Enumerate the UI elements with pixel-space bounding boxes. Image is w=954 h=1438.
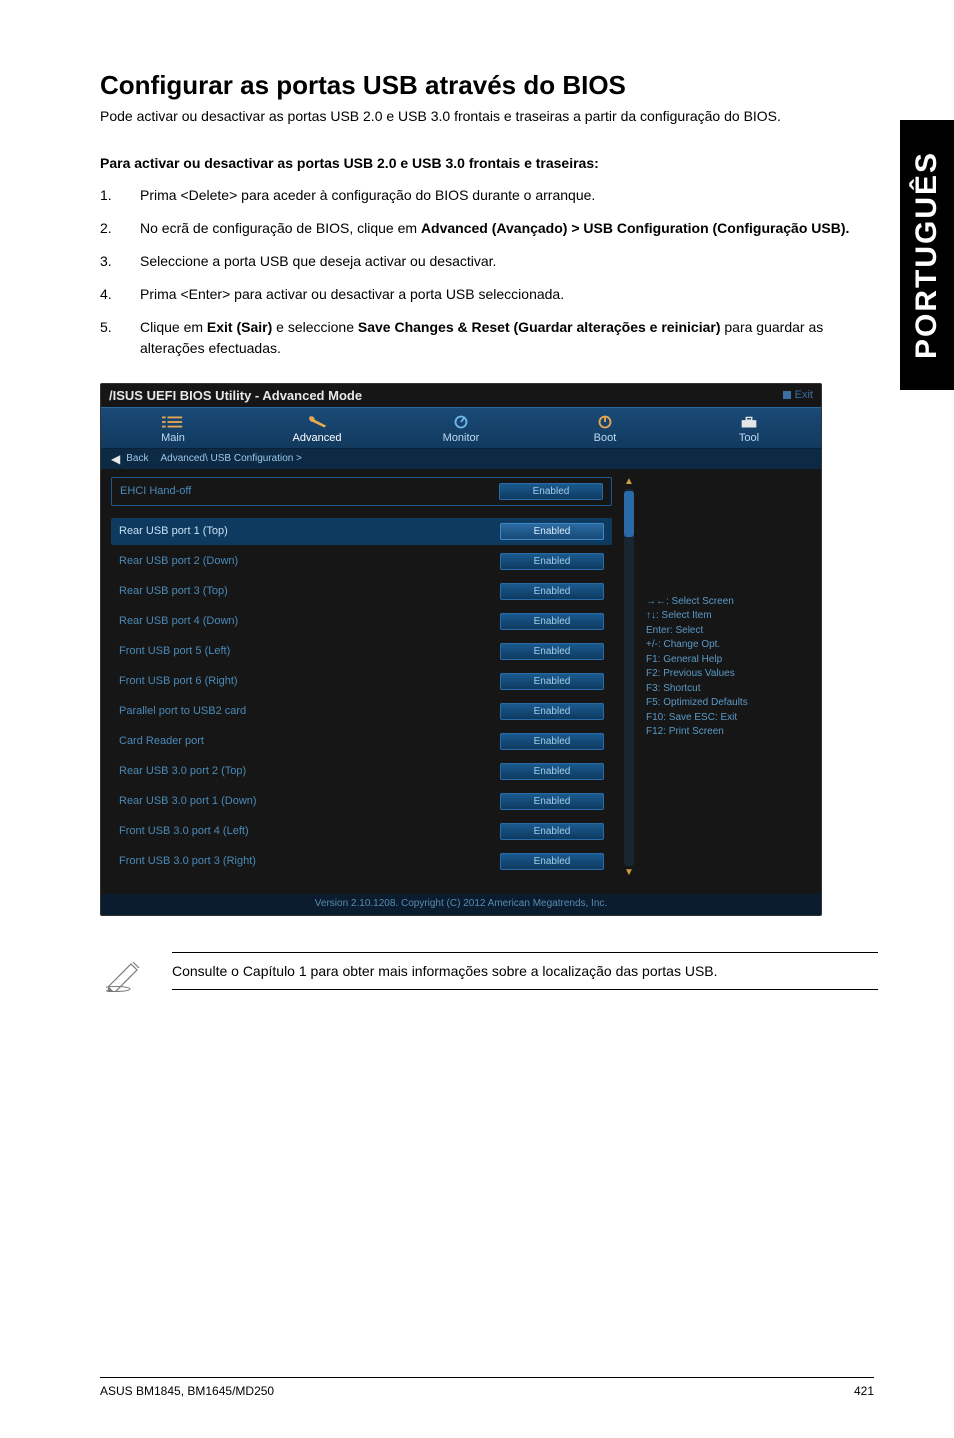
footer-model: ASUS BM1845, BM1645/MD250 bbox=[100, 1384, 274, 1398]
bios-setting-row[interactable]: Rear USB 3.0 port 1 (Down) Enabled bbox=[111, 788, 612, 815]
bios-help-line: +/-: Change Opt. bbox=[646, 638, 811, 653]
bios-setting-value[interactable]: Enabled bbox=[500, 673, 604, 690]
bios-setting-value[interactable]: Enabled bbox=[500, 613, 604, 630]
intro-text: Pode activar ou desactivar as portas USB… bbox=[100, 107, 884, 127]
bios-scrollbar[interactable]: ▲ ▼ bbox=[622, 477, 636, 878]
bios-tab-label: Boot bbox=[594, 432, 617, 444]
bios-tab-label: Advanced bbox=[293, 432, 342, 444]
bios-help-line: ↑↓: Select Item bbox=[646, 609, 811, 624]
bios-settings-list: EHCI Hand-offEnabledRear USB port 1 (Top… bbox=[111, 477, 612, 878]
bios-screenshot: /ISUS UEFI BIOS Utility - Advanced Mode … bbox=[100, 383, 822, 916]
bios-help-line: F3: Shortcut bbox=[646, 682, 811, 697]
step-2: No ecrã de configuração de BIOS, clique … bbox=[100, 218, 884, 239]
bios-help-line: F10: Save ESC: Exit bbox=[646, 711, 811, 726]
power-icon bbox=[594, 414, 616, 430]
bios-setting-value[interactable]: Enabled bbox=[500, 703, 604, 720]
bios-setting-row[interactable]: Rear USB port 1 (Top) Enabled bbox=[111, 518, 612, 545]
note-text: Consulte o Capítulo 1 para obter mais in… bbox=[172, 952, 878, 990]
bios-setting-row[interactable]: Rear USB port 2 (Down) Enabled bbox=[111, 548, 612, 575]
toolbox-icon bbox=[738, 414, 760, 430]
bios-setting-value[interactable]: Enabled bbox=[500, 523, 604, 540]
bios-setting-value[interactable]: Enabled bbox=[499, 483, 603, 500]
bios-setting-label: EHCI Hand-off bbox=[120, 485, 191, 497]
bios-help-line: F5: Optimized Defaults bbox=[646, 696, 811, 711]
bios-setting-row[interactable]: Parallel port to USB2 card Enabled bbox=[111, 698, 612, 725]
bios-setting-value[interactable]: Enabled bbox=[500, 643, 604, 660]
bios-help-line: →←: Select Screen bbox=[646, 595, 811, 610]
footer-page: 421 bbox=[854, 1384, 874, 1398]
breadcrumb-path: Advanced\ USB Configuration > bbox=[160, 453, 301, 464]
back-icon[interactable]: ◀ bbox=[111, 452, 120, 466]
bios-breadcrumb: ◀ Back Advanced\ USB Configuration > bbox=[101, 449, 821, 469]
scroll-up-icon[interactable]: ▲ bbox=[624, 477, 634, 487]
wrench-icon bbox=[306, 414, 328, 430]
page-title: Configurar as portas USB através do BIOS bbox=[100, 70, 884, 101]
bios-setting-value[interactable]: Enabled bbox=[500, 553, 604, 570]
bios-setting-label: Rear USB port 2 (Down) bbox=[119, 555, 238, 567]
language-tab: PORTUGUÊS bbox=[900, 120, 954, 390]
bios-setting-value[interactable]: Enabled bbox=[500, 853, 604, 870]
scroll-thumb[interactable] bbox=[624, 491, 634, 537]
bios-setting-row[interactable]: Rear USB port 3 (Top) Enabled bbox=[111, 578, 612, 605]
step-5: Clique em Exit (Sair) e seleccione Save … bbox=[100, 317, 884, 359]
bios-setting-row[interactable]: EHCI Hand-off Enabled bbox=[111, 477, 612, 506]
bios-title: /ISUS UEFI BIOS Utility - Advanced Mode bbox=[109, 388, 362, 403]
bios-tab-monitor[interactable]: Monitor bbox=[389, 408, 533, 448]
step-4: Prima <Enter> para activar ou desactivar… bbox=[100, 284, 884, 305]
bios-tabs: Main Advanced Monitor Boot bbox=[101, 407, 821, 449]
bios-setting-row[interactable]: Rear USB 3.0 port 2 (Top) Enabled bbox=[111, 758, 612, 785]
bios-setting-value[interactable]: Enabled bbox=[500, 733, 604, 750]
bios-tab-advanced[interactable]: Advanced bbox=[245, 408, 389, 448]
bios-setting-label: Rear USB port 1 (Top) bbox=[119, 525, 228, 537]
bios-help-line: F2: Previous Values bbox=[646, 667, 811, 682]
bios-setting-value[interactable]: Enabled bbox=[500, 583, 604, 600]
bios-setting-row[interactable]: Rear USB port 4 (Down) Enabled bbox=[111, 608, 612, 635]
bios-tab-main[interactable]: Main bbox=[101, 408, 245, 448]
scroll-track[interactable] bbox=[624, 489, 634, 866]
step-1: Prima <Delete> para aceder à configuraçã… bbox=[100, 185, 884, 206]
bios-setting-value[interactable]: Enabled bbox=[500, 763, 604, 780]
bios-setting-label: Rear USB port 3 (Top) bbox=[119, 585, 228, 597]
bios-tab-label: Main bbox=[161, 432, 185, 444]
bios-help-line: F1: General Help bbox=[646, 653, 811, 668]
procedure-heading: Para activar ou desactivar as portas USB… bbox=[100, 155, 884, 171]
bios-setting-label: Card Reader port bbox=[119, 735, 204, 747]
bios-tab-label: Monitor bbox=[443, 432, 480, 444]
bios-setting-label: Rear USB port 4 (Down) bbox=[119, 615, 238, 627]
bios-version-footer: Version 2.10.1208. Copyright (C) 2012 Am… bbox=[101, 894, 821, 915]
bios-tab-boot[interactable]: Boot bbox=[533, 408, 677, 448]
list-icon bbox=[162, 414, 184, 430]
step-3: Seleccione a porta USB que deseja activa… bbox=[100, 251, 884, 272]
bios-exit-indicator: Exit bbox=[783, 389, 813, 401]
bios-setting-value[interactable]: Enabled bbox=[500, 823, 604, 840]
bios-setting-row[interactable]: Front USB port 5 (Left) Enabled bbox=[111, 638, 612, 665]
bios-help-panel: →←: Select Screen↑↓: Select ItemEnter: S… bbox=[646, 477, 811, 878]
bios-setting-row[interactable]: Card Reader port Enabled bbox=[111, 728, 612, 755]
bios-help-line: Enter: Select bbox=[646, 624, 811, 639]
bios-setting-value[interactable]: Enabled bbox=[500, 793, 604, 810]
bios-setting-label: Front USB 3.0 port 4 (Left) bbox=[119, 825, 249, 837]
monitor-icon bbox=[450, 414, 472, 430]
bios-setting-label: Front USB port 5 (Left) bbox=[119, 645, 230, 657]
bios-setting-label: Rear USB 3.0 port 1 (Down) bbox=[119, 795, 257, 807]
bios-tab-tool[interactable]: Tool bbox=[677, 408, 821, 448]
bios-setting-row[interactable]: Front USB 3.0 port 3 (Right) Enabled bbox=[111, 848, 612, 875]
bios-setting-row[interactable]: Front USB port 6 (Right) Enabled bbox=[111, 668, 612, 695]
scroll-down-icon[interactable]: ▼ bbox=[624, 868, 634, 878]
bios-setting-label: Front USB port 6 (Right) bbox=[119, 675, 238, 687]
bios-setting-label: Rear USB 3.0 port 2 (Top) bbox=[119, 765, 246, 777]
bios-tab-label: Tool bbox=[739, 432, 759, 444]
note-icon bbox=[106, 952, 146, 997]
bios-setting-label: Front USB 3.0 port 3 (Right) bbox=[119, 855, 256, 867]
bios-setting-row[interactable]: Front USB 3.0 port 4 (Left) Enabled bbox=[111, 818, 612, 845]
breadcrumb-back[interactable]: Back bbox=[126, 453, 148, 464]
bios-setting-label: Parallel port to USB2 card bbox=[119, 705, 246, 717]
bios-help-line: F12: Print Screen bbox=[646, 725, 811, 740]
